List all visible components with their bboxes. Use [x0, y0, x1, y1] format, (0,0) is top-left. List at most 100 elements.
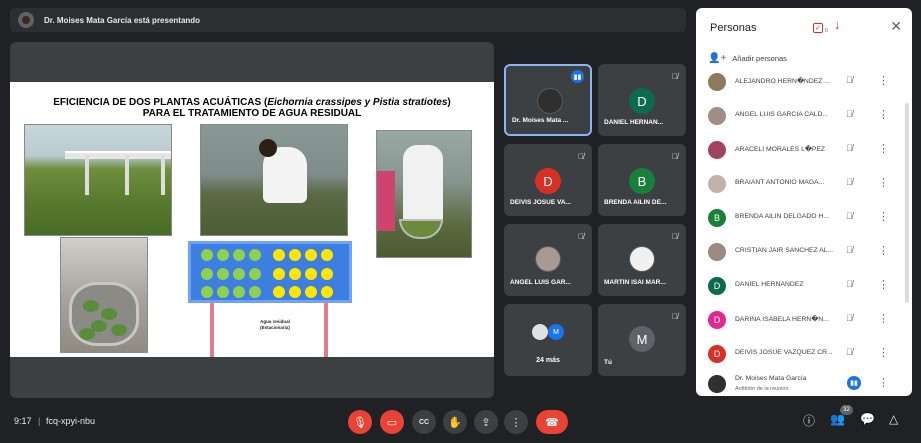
mic-off-icon[interactable]: 🎙̸ [846, 143, 853, 153]
list-item[interactable]: D DEIVIS JOSUE VAZQUEZ CR... 🎙̸ ⋮ [696, 337, 902, 371]
speaking-indicator-icon: ▮▮ [571, 70, 584, 83]
presenter-avatar-photo [537, 88, 563, 114]
chat-icon[interactable]: 💬 [860, 412, 875, 426]
avatar: D [708, 277, 726, 295]
mic-off-icon[interactable]: 🎙̸ [846, 75, 853, 85]
tile-name: DEIVIS JOSUE VA... [510, 199, 571, 206]
close-icon[interactable]: ✕ [890, 18, 902, 35]
avatar [708, 175, 726, 193]
avatar: B [708, 209, 726, 227]
activities-icon[interactable]: △ [889, 412, 898, 426]
mic-off-icon[interactable]: 🎙̸ [846, 347, 853, 357]
leave-call-button[interactable]: ☎ [536, 410, 568, 434]
avatar: D [629, 88, 655, 114]
person-name: DEIVIS JOSUE VAZQUEZ CR... [735, 349, 833, 356]
separator: | [38, 416, 41, 426]
mic-off-icon: 🎙̸ [672, 312, 678, 321]
mic-off-icon: 🎙̸ [578, 232, 584, 241]
more-vert-icon[interactable]: ⋮ [878, 74, 889, 87]
diagram-label-line1: Agua residual [260, 319, 290, 324]
tile-more-participants[interactable]: M 24 más [504, 304, 592, 376]
slide-title-suffix: ) [447, 97, 451, 108]
list-item[interactable]: B BRENDA AILIN DELGADO H... 🎙̸ ⋮ [696, 201, 902, 235]
list-item[interactable]: D DANIEL HERNANDEZ 🎙̸ ⋮ [696, 269, 902, 303]
presenter-banner: Dr. Moises Mata García está presentando [10, 8, 686, 32]
list-item[interactable]: BRAIANT ANTONIO MAGA... 🎙̸ ⋮ [696, 167, 902, 201]
photo-river-bridge [24, 124, 172, 236]
tile-participant[interactable]: D 🎙̸ DEIVIS JOSUE VA... [504, 144, 592, 216]
mic-off-icon[interactable]: 🎙̸ [846, 211, 853, 221]
mic-off-icon[interactable]: 🎙̸ [846, 245, 853, 255]
mic-off-icon[interactable]: 🎙̸ [846, 177, 853, 187]
person-name: DANIEL HERNANDEZ [735, 281, 804, 288]
participant-count-badge: 32 [840, 405, 853, 415]
info-icon[interactable]: ⓘ [803, 412, 815, 429]
tile-name: BRENDA AILIN DE... [604, 199, 667, 206]
more-options-button[interactable]: ⋮ [504, 410, 528, 434]
hand-icon: ✋ [448, 416, 462, 429]
scrollbar[interactable] [905, 103, 909, 303]
mic-off-icon: 🎙 [353, 416, 367, 429]
avatar [708, 141, 726, 159]
tile-participant[interactable]: B 🎙̸ BRENDA AILIN DE... [598, 144, 686, 216]
person-name: BRAIANT ANTONIO MAGA... [735, 179, 825, 186]
photo-plants-in-sink [60, 237, 148, 353]
presenter-text: Dr. Moises Mata García está presentando [44, 15, 201, 25]
mic-off-icon: 🎙̸ [578, 152, 584, 161]
more-vert-icon[interactable]: ⋮ [878, 176, 889, 189]
host-subtitle: Anfitrión de la reunión [735, 386, 789, 392]
mic-off-icon[interactable]: 🎙̸ [846, 313, 853, 323]
tile-name: Dr. Moises Mata ... [512, 117, 569, 124]
raise-hand-button[interactable]: ✋ [443, 410, 467, 434]
meeting-code: fcq-xpyi-nbu [46, 416, 96, 426]
tasks-count: 0 [825, 28, 828, 34]
photo-researchers-with-bowl [376, 130, 472, 258]
more-vert-icon[interactable]: ⋮ [878, 108, 889, 121]
more-count-label: 24 más [536, 357, 560, 364]
captions-button[interactable]: CC [412, 410, 436, 434]
presentation-stage[interactable]: EFICIENCIA DE DOS PLANTAS ACUÁTICAS (Eic… [10, 42, 494, 398]
tile-presenter[interactable]: ▮▮ Dr. Moises Mata ... [504, 64, 592, 136]
more-vert-icon[interactable]: ⋮ [878, 312, 889, 325]
add-people-button[interactable]: 👤+ Añadir personas [708, 53, 787, 64]
avatar: B [629, 168, 655, 194]
list-item-host[interactable]: Dr. Moises Mata García Anfitrión de la r… [696, 367, 902, 396]
presenter-avatar [18, 12, 34, 28]
list-item[interactable]: ALEJANDRO HERN�NDEZ ... 🎙̸ ⋮ [696, 65, 902, 99]
person-name: Dr. Moises Mata García [735, 375, 807, 382]
more-vert-icon[interactable]: ⋮ [878, 278, 889, 291]
tile-participant[interactable]: 🎙̸ ANGEL LUIS GAR... [504, 224, 592, 296]
mic-off-icon: 🎙̸ [672, 232, 678, 241]
tasks-icon[interactable]: ✓ [813, 23, 823, 33]
tile-participant[interactable]: 🎙̸ MARTIN ISAI MAR... [598, 224, 686, 296]
tile-participant[interactable]: D 🎙̸ DANIEL HERNAN... [598, 64, 686, 136]
list-item[interactable]: ARACELI MORALES L�PEZ 🎙̸ ⋮ [696, 133, 902, 167]
avatar [708, 107, 726, 125]
tile-self[interactable]: M 🎙̸ Tú [598, 304, 686, 376]
mic-off-icon[interactable]: 🎙̸ [846, 279, 853, 289]
present-button[interactable]: ⇪ [474, 410, 498, 434]
more-vert-icon[interactable]: ⋮ [878, 244, 889, 257]
list-item[interactable]: ANGEL LUIS GARCIA CALD... 🎙̸ ⋮ [696, 99, 902, 133]
person-add-icon: 👤+ [708, 53, 727, 64]
avatar: M [629, 326, 655, 352]
person-name: ANGEL LUIS GARCIA CALD... [735, 111, 829, 118]
more-vert-icon[interactable]: ⋮ [878, 376, 889, 389]
avatar-photo [532, 324, 548, 340]
more-vert-icon: ⋮ [510, 416, 522, 429]
people-panel: Personas ✓ 0 ↓ ✕ 👤+ Añadir personas ALEJ… [696, 8, 912, 396]
mic-toggle-button[interactable]: 🎙 [348, 410, 372, 434]
more-vert-icon[interactable]: ⋮ [878, 210, 889, 223]
avatar-photo [629, 246, 655, 272]
avatar [708, 243, 726, 261]
more-vert-icon[interactable]: ⋮ [878, 346, 889, 359]
mic-off-icon[interactable]: 🎙̸ [846, 109, 853, 119]
list-item[interactable]: D DARINA ISABELA HERN�N... 🎙̸ ⋮ [696, 303, 902, 337]
more-vert-icon[interactable]: ⋮ [878, 142, 889, 155]
shared-slide: EFICIENCIA DE DOS PLANTAS ACUÁTICAS (Eic… [10, 82, 494, 357]
camera-toggle-button[interactable]: ▭ [380, 410, 404, 434]
tile-name: Tú [604, 359, 612, 366]
avatar [708, 73, 726, 91]
list-item[interactable]: CRISTIAN JAIR SANCHEZ AL... 🎙̸ ⋮ [696, 235, 902, 269]
diagram-label-line2: (Estacionaria) [260, 325, 290, 330]
